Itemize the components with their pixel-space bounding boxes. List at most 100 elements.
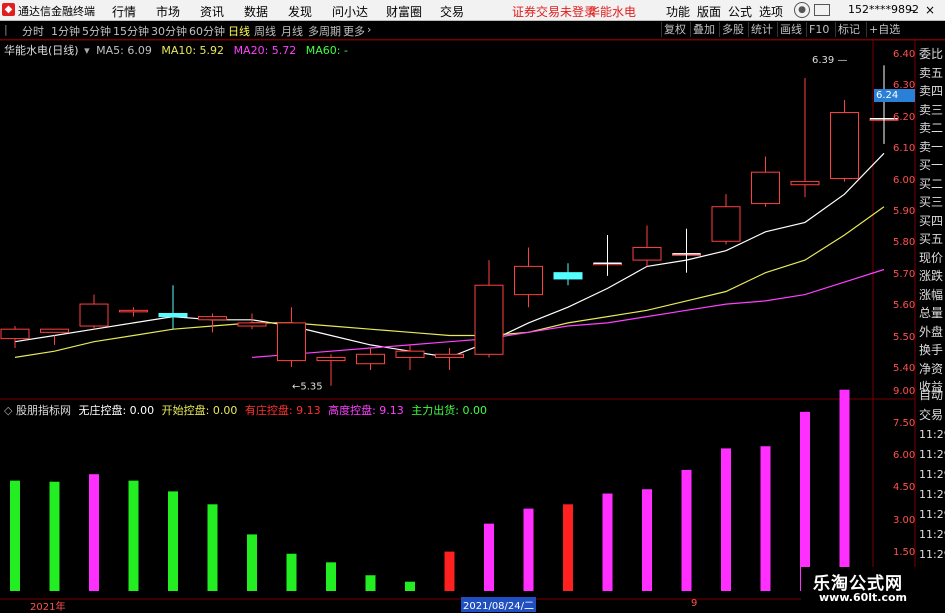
- trade-time[interactable]: 11:29: [919, 508, 945, 521]
- tab-15min[interactable]: 15分钟: [113, 23, 149, 39]
- chart-title: 华能水电(日线): [4, 44, 79, 57]
- indicator-tick: 1.50: [893, 546, 916, 558]
- tab-5min[interactable]: 5分钟: [82, 23, 111, 39]
- candle: [198, 313, 227, 333]
- user-icon[interactable]: ●: [794, 2, 810, 18]
- minimize-icon[interactable]: –: [904, 2, 920, 18]
- menu-news[interactable]: 资讯: [200, 3, 224, 20]
- draw-button[interactable]: 画线: [777, 22, 804, 37]
- add-watchlist-button[interactable]: +自选: [866, 22, 902, 37]
- candle: [119, 307, 148, 317]
- quote-field-label[interactable]: 换手: [919, 341, 945, 358]
- ma20-line: [251, 268, 885, 358]
- candle: [395, 344, 425, 370]
- tab-more[interactable]: 更多: [343, 23, 365, 39]
- overlay-button[interactable]: 叠加: [690, 22, 717, 37]
- quote-field-label[interactable]: 外盘: [919, 323, 945, 340]
- candle: [593, 234, 622, 276]
- mail-icon[interactable]: [814, 4, 830, 16]
- quote-field-label[interactable]: 买二: [919, 175, 945, 192]
- indicator-tick: 4.50: [893, 482, 916, 494]
- trade-time[interactable]: 11:29: [919, 488, 945, 501]
- quote-field-label[interactable]: 买三: [919, 193, 945, 210]
- price-tick: 6.40: [893, 49, 916, 60]
- doji-candle: [870, 65, 898, 144]
- menu-trade[interactable]: 交易: [440, 3, 464, 20]
- candle: [158, 285, 188, 330]
- tab-multi-period[interactable]: 多周期: [308, 23, 341, 39]
- tab-timeshare[interactable]: 分时: [22, 23, 44, 39]
- menu-quotes[interactable]: 行情: [112, 3, 136, 20]
- indicator-bar: [168, 491, 178, 591]
- menu-options[interactable]: 选项: [759, 3, 783, 20]
- quote-field-label[interactable]: 卖五: [919, 64, 945, 81]
- menu-assistant[interactable]: 问小达: [332, 3, 368, 20]
- menu-data[interactable]: 数据: [244, 3, 268, 20]
- candle: [79, 294, 109, 330]
- close-icon[interactable]: ×: [922, 2, 938, 18]
- legend-none: 无庄控盘: 0.00: [78, 404, 155, 417]
- candle: [869, 65, 899, 144]
- quote-field-label[interactable]: 卖一: [919, 138, 945, 155]
- doji-candle: [672, 228, 701, 273]
- trade-time[interactable]: 11:29: [919, 548, 945, 561]
- candle: [672, 228, 701, 273]
- menu-wealth[interactable]: 财富圈: [386, 3, 422, 20]
- menu-formula[interactable]: 公式: [728, 3, 752, 20]
- quote-field-label[interactable]: 委比: [919, 45, 945, 62]
- quote-field-label[interactable]: 卖二: [919, 119, 945, 136]
- price-tick: 6.20: [893, 111, 916, 123]
- stats-button[interactable]: 统计: [748, 22, 775, 37]
- candle: [553, 263, 583, 286]
- quote-field-label[interactable]: 现价: [919, 249, 945, 266]
- adjust-button[interactable]: 复权: [661, 22, 688, 37]
- indicator-bar: [800, 411, 810, 591]
- date-start: 2021年: [30, 602, 66, 613]
- indicator-bar: [563, 504, 573, 591]
- quote-field-label[interactable]: 卖三: [919, 101, 945, 118]
- tab-weekly[interactable]: 周线: [254, 23, 276, 39]
- candle: [790, 77, 820, 198]
- chevron-down-icon[interactable]: ▾: [84, 44, 90, 57]
- tab-30min[interactable]: 30分钟: [151, 23, 187, 39]
- candle: [40, 328, 69, 345]
- indicator-bar: [207, 504, 218, 591]
- trade-time[interactable]: 11:29: [919, 448, 945, 461]
- candle: [435, 348, 464, 370]
- login-notice[interactable]: 证券交易未登录: [512, 3, 596, 20]
- menu-function[interactable]: 功能: [666, 3, 690, 20]
- indicator-bar: [405, 581, 415, 591]
- quote-field-label[interactable]: 净资: [919, 360, 945, 377]
- f10-button[interactable]: F10: [806, 22, 831, 37]
- trade-time[interactable]: 11:29: [919, 468, 945, 481]
- mark-button[interactable]: 标记: [835, 22, 862, 37]
- quote-field-label[interactable]: 买四: [919, 212, 945, 229]
- tab-prev-icon[interactable]: |: [4, 23, 8, 36]
- tab-60min[interactable]: 60分钟: [189, 23, 225, 39]
- trade-time[interactable]: 11:29: [919, 428, 945, 441]
- multi-stock-button[interactable]: 多股: [719, 22, 746, 37]
- menu-discover[interactable]: 发现: [288, 3, 312, 20]
- auto-trade-label[interactable]: 自动: [919, 386, 945, 403]
- price-tick: 5.60: [893, 300, 916, 312]
- quote-field-label[interactable]: 卖四: [919, 82, 945, 99]
- trade-time[interactable]: 11:29: [919, 528, 945, 541]
- menu-layout[interactable]: 版面: [697, 3, 721, 20]
- indicator-bar: [602, 493, 613, 591]
- indicator-tick: 3.00: [893, 514, 916, 526]
- quote-field-label[interactable]: 涨跌: [919, 267, 945, 284]
- quote-field-label[interactable]: 买五: [919, 230, 945, 247]
- price-tick: 5.80: [893, 237, 916, 249]
- tab-daily[interactable]: 日线: [228, 23, 250, 39]
- current-price-badge: 6.24: [874, 89, 915, 102]
- tab-1min[interactable]: 1分钟: [51, 23, 80, 39]
- quote-field-label[interactable]: 买一: [919, 156, 945, 173]
- tab-monthly[interactable]: 月线: [281, 23, 303, 39]
- auto-trade-label[interactable]: 交易: [919, 406, 945, 423]
- settings-icon[interactable]: ◇: [4, 404, 12, 417]
- menu-market[interactable]: 市场: [156, 3, 180, 20]
- quote-field-label[interactable]: 涨幅: [919, 286, 945, 303]
- chevron-right-icon[interactable]: ›: [367, 23, 371, 36]
- quote-field-label[interactable]: 总量: [919, 304, 945, 321]
- indicator-bar: [49, 481, 60, 591]
